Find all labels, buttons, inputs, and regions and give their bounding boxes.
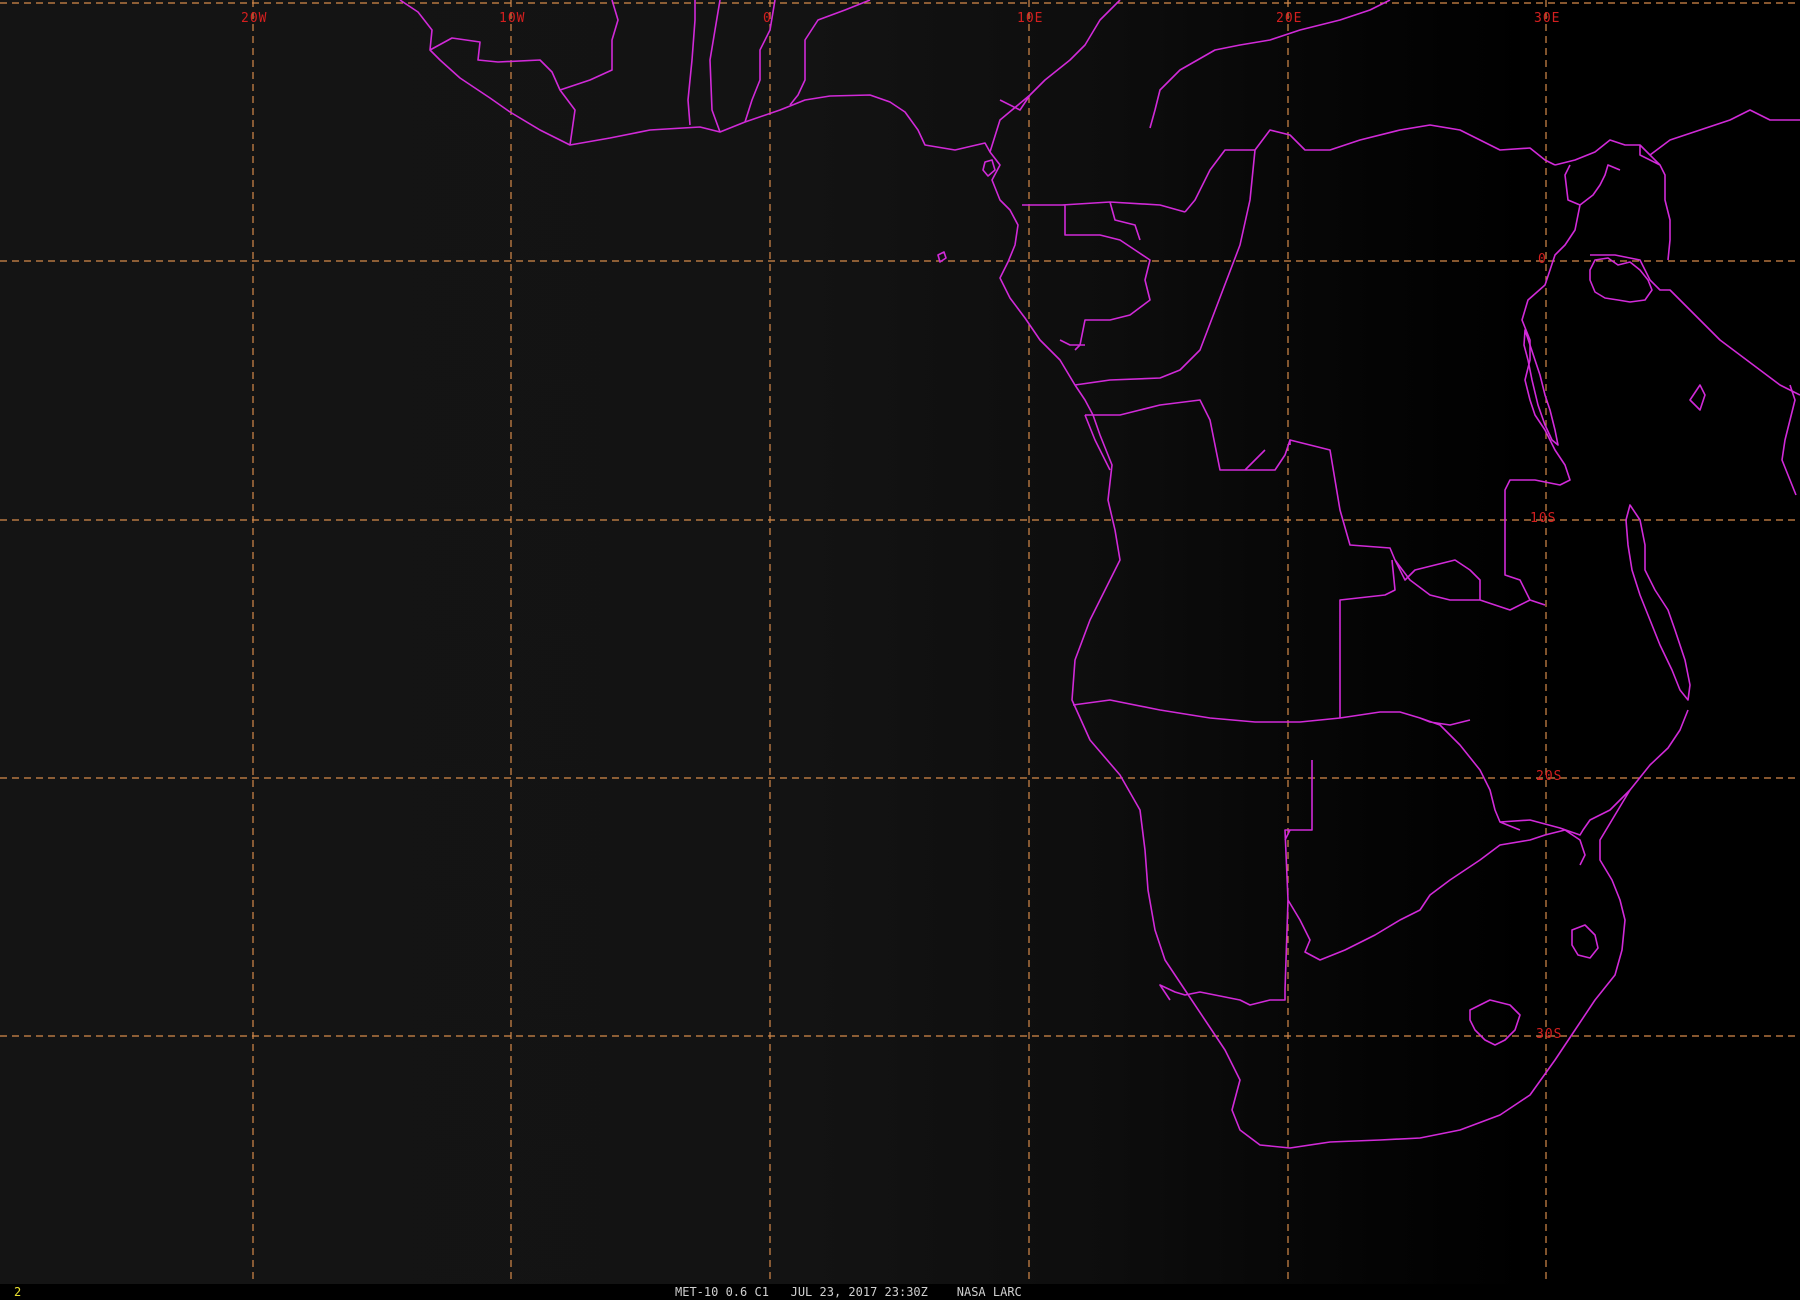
map-canvas[interactable] <box>0 0 1800 1300</box>
east-africa-borders <box>1504 109 1800 601</box>
lesotho-border <box>1469 999 1521 1046</box>
lat-label-0: 0 <box>1538 252 1547 267</box>
bioko-island <box>982 159 996 177</box>
image-caption: MET-10 0.6 C1 JUL 23, 2017 23:30Z NASA L… <box>675 1285 1022 1299</box>
longitude-grid-lines <box>252 0 1547 1284</box>
frame-number: 2 <box>14 1285 22 1299</box>
lat-label-20s: 20S <box>1536 769 1563 784</box>
lat-label-10s: 10S <box>1530 511 1557 526</box>
status-bar: 2 MET-10 0.6 C1 JUL 23, 2017 23:30Z NASA… <box>0 1284 1800 1300</box>
lon-label-30e: 30E <box>1534 11 1561 26</box>
lon-label-20w: 20W <box>241 11 268 26</box>
lon-label-20e: 20E <box>1276 11 1303 26</box>
lon-label-10e: 10E <box>1017 11 1044 26</box>
eswatini-border <box>1571 924 1599 959</box>
country-borders <box>399 0 1800 1149</box>
satellite-map-viewer: 20W 10W 0 10E 20E 30E 0 10S 20S 30S 2 ME… <box>0 0 1800 1300</box>
angola-drc-borders <box>1084 399 1546 611</box>
lat-label-30s: 30S <box>1536 1027 1563 1042</box>
great-lakes-outlines <box>1523 257 1797 701</box>
sao-tome-island <box>937 251 947 263</box>
lon-label-10w: 10W <box>499 11 526 26</box>
lon-label-0: 0 <box>763 11 772 26</box>
west-africa-coastline <box>399 0 1689 1149</box>
